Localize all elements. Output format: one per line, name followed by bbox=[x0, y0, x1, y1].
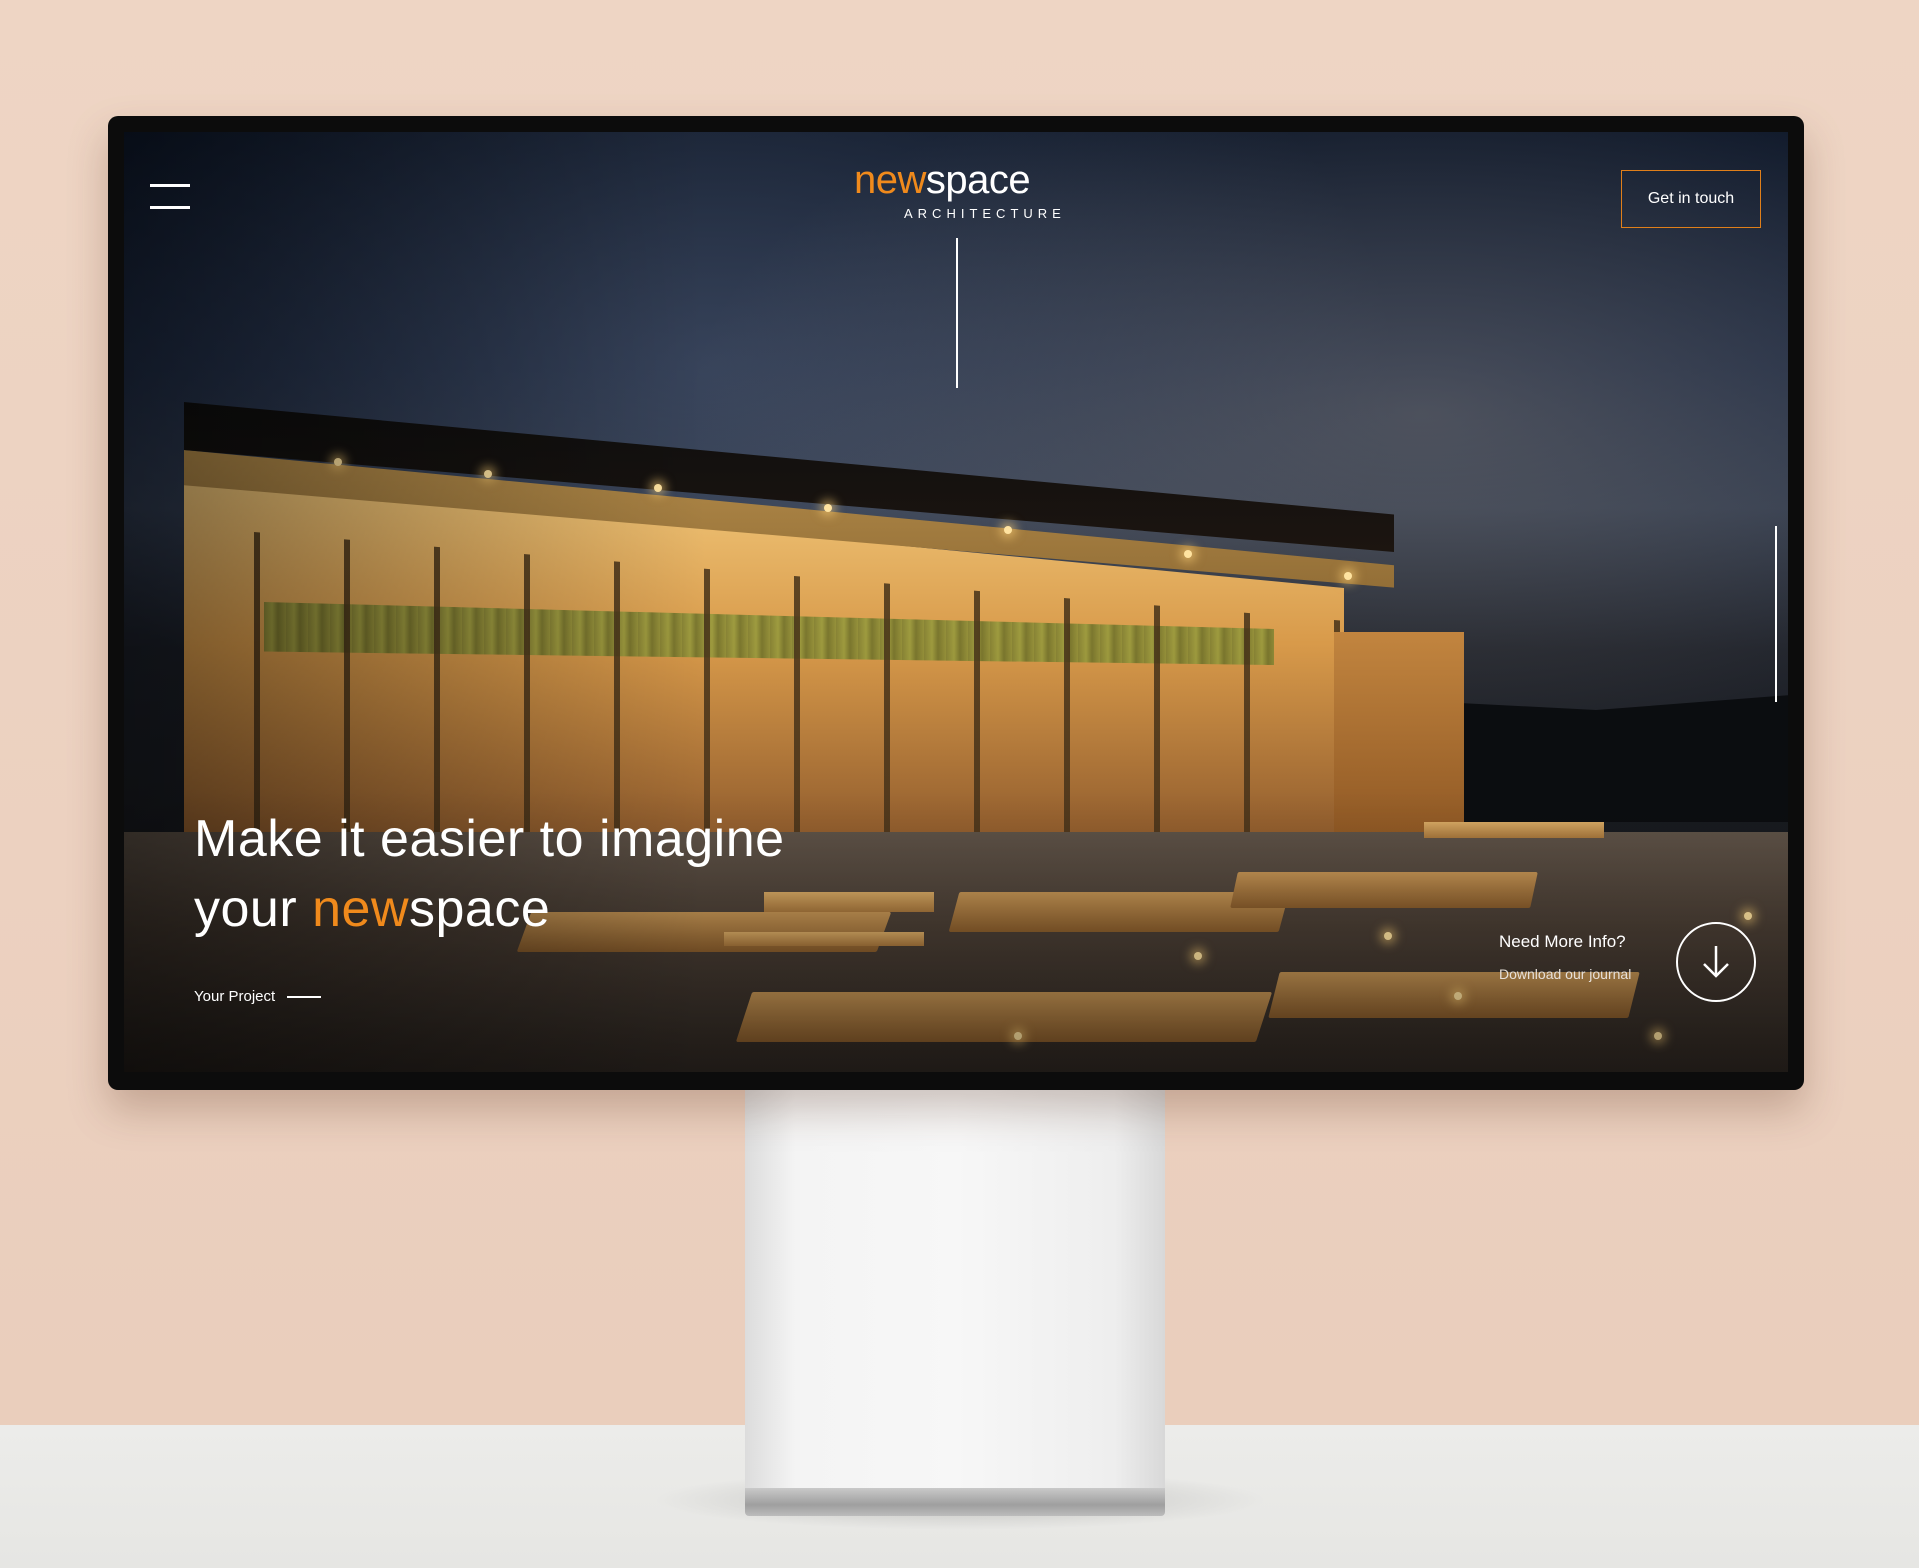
need-more-info-title: Need More Info? bbox=[1499, 932, 1626, 951]
headline-line-1: Make it easier to imagine bbox=[194, 810, 785, 868]
logo-text: space bbox=[925, 158, 1031, 202]
download-button[interactable] bbox=[1676, 922, 1756, 1002]
hero-headline: Make it easier to imagine your newspace bbox=[194, 804, 785, 944]
logo-wordmark: newspace bbox=[854, 158, 1064, 202]
site-logo[interactable]: newspace ARCHITECTURE bbox=[854, 158, 1066, 221]
scroll-indicator-line bbox=[1775, 526, 1777, 702]
hamburger-menu-icon bbox=[150, 206, 190, 209]
headline-accent: new bbox=[312, 880, 410, 938]
monitor-frame: newspace ARCHITECTURE Get in touch Make … bbox=[108, 116, 1804, 1090]
arrow-down-icon bbox=[1703, 946, 1729, 978]
download-journal-link[interactable]: Download our journal bbox=[1499, 966, 1631, 982]
dash-line-icon bbox=[287, 995, 322, 998]
headline-line-2: your newspace bbox=[194, 874, 785, 944]
logo-subtitle: ARCHITECTURE bbox=[904, 206, 1066, 221]
headline-rest: space bbox=[409, 880, 551, 938]
your-project-label: Your Project bbox=[194, 988, 276, 1005]
monitor-stand-base bbox=[745, 1488, 1165, 1516]
website-screen: newspace ARCHITECTURE Get in touch Make … bbox=[124, 132, 1788, 1072]
get-in-touch-button[interactable]: Get in touch bbox=[1621, 170, 1761, 228]
your-project-link[interactable]: Your Project bbox=[194, 988, 322, 1005]
monitor-stand bbox=[745, 1088, 1165, 1488]
mockup-background: newspace ARCHITECTURE Get in touch Make … bbox=[0, 0, 1919, 1568]
decorative-vertical-line bbox=[956, 238, 958, 388]
hamburger-menu-icon bbox=[150, 184, 190, 187]
logo-accent-text: new bbox=[854, 158, 926, 202]
menu-button[interactable] bbox=[150, 184, 190, 212]
headline-prefix: your bbox=[194, 880, 313, 938]
